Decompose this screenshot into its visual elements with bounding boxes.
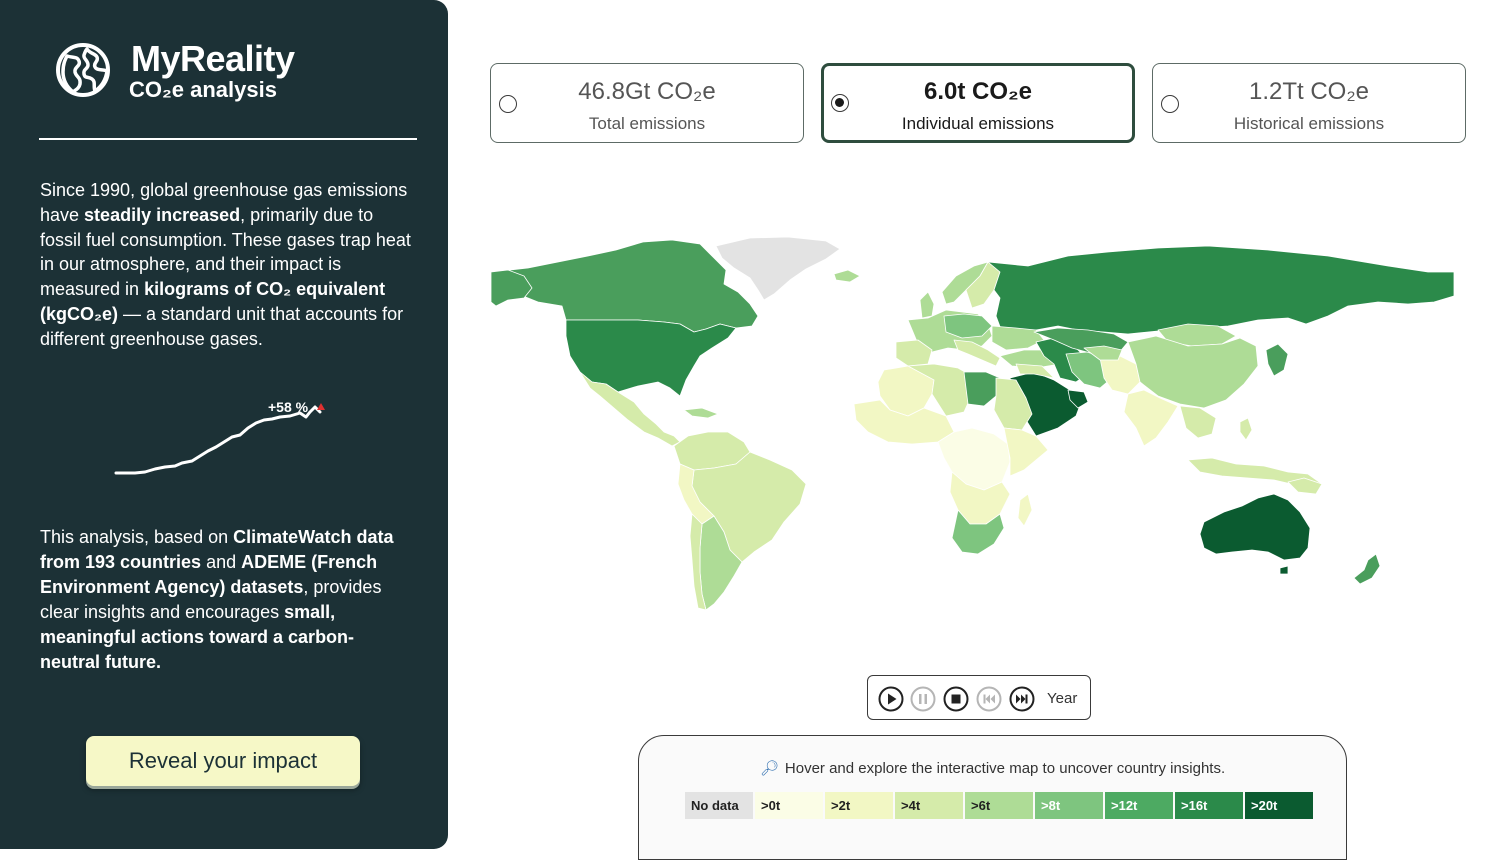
- card-label: Individual emissions: [901, 114, 1055, 133]
- region-iceland[interactable]: [833, 269, 861, 283]
- card-individual-emissions[interactable]: 6.0t CO₂e Individual emissions: [821, 63, 1135, 143]
- analysis-text: This analysis, based on ClimateWatch dat…: [40, 525, 412, 675]
- intro-text: Since 1990, global greenhouse gas emissi…: [40, 178, 412, 352]
- skip-back-icon[interactable]: [976, 686, 1002, 712]
- app-subtitle: CO₂e analysis: [129, 77, 277, 102]
- region-caribbean[interactable]: [683, 407, 719, 419]
- divider: [39, 138, 417, 140]
- card-historical-emissions[interactable]: 1.2Tt CO₂e Historical emissions: [1152, 63, 1466, 143]
- world-emissions-map[interactable]: [488, 232, 1456, 616]
- card-label: Historical emissions: [1233, 114, 1385, 133]
- region-east-africa[interactable]: [1003, 427, 1049, 477]
- skip-forward-icon[interactable]: [1009, 686, 1035, 712]
- legend-swatch[interactable]: >8t: [1035, 792, 1103, 819]
- legend-swatch[interactable]: >6t: [965, 792, 1033, 819]
- globe-icon: [56, 43, 110, 97]
- trend-marker: [317, 403, 325, 410]
- map-hint-text: Hover and explore the interactive map to…: [784, 760, 1226, 777]
- legend-swatch[interactable]: >0t: [755, 792, 823, 819]
- analysis-segment: and: [201, 552, 242, 572]
- pause-icon[interactable]: [910, 686, 936, 712]
- region-korea-japan[interactable]: [1265, 343, 1289, 377]
- region-new-zealand[interactable]: [1353, 553, 1381, 585]
- app-title: MyReality: [131, 38, 295, 79]
- region-uk[interactable]: [919, 291, 935, 319]
- trend-line: [114, 405, 322, 475]
- region-pakistan-afghanistan[interactable]: [1099, 355, 1141, 395]
- playback-controls: Year: [867, 675, 1091, 720]
- legend-scale: No data >0t >2t >4t >6t >8t >12t >16t >20t: [685, 792, 1313, 819]
- analysis-segment: This analysis, based on: [40, 527, 234, 547]
- legend-swatch[interactable]: >16t: [1175, 792, 1243, 819]
- reveal-impact-button[interactable]: Reveal your impact: [86, 736, 360, 786]
- card-value: 46.8Gt CO₂e: [578, 78, 716, 105]
- card-value: 6.0t CO₂e: [923, 78, 1033, 105]
- region-philippines[interactable]: [1239, 417, 1253, 441]
- map-hint: 🔎︎ Hover and explore the interactive map …: [639, 759, 1346, 777]
- sidebar: MyReality CO₂e analysis Since 1990, glob…: [0, 0, 448, 849]
- region-southeast-asia[interactable]: [1179, 405, 1217, 439]
- region-libya[interactable]: [963, 371, 1001, 407]
- card-value: 1.2Tt CO₂e: [1248, 78, 1370, 105]
- region-russia[interactable]: [987, 245, 1455, 337]
- intro-segment: steadily increased: [84, 204, 241, 225]
- year-label: Year: [1047, 690, 1078, 707]
- region-tasmania[interactable]: [1279, 565, 1289, 575]
- legend-swatch[interactable]: No data: [685, 792, 753, 819]
- legend-panel: 🔎︎ Hover and explore the interactive map …: [638, 735, 1347, 860]
- trend-label: +58 %: [268, 399, 309, 415]
- region-central-africa[interactable]: [937, 427, 1011, 491]
- legend-swatch[interactable]: >4t: [895, 792, 963, 819]
- play-icon[interactable]: [878, 686, 904, 712]
- region-madagascar[interactable]: [1017, 493, 1033, 527]
- stop-icon[interactable]: [943, 686, 969, 712]
- card-label: Total emissions: [588, 114, 706, 133]
- magnifier-icon: 🔎︎: [759, 760, 779, 777]
- legend-swatch[interactable]: >12t: [1105, 792, 1173, 819]
- card-total-emissions[interactable]: 46.8Gt CO₂e Total emissions: [490, 63, 804, 143]
- legend-swatch[interactable]: >20t: [1245, 792, 1313, 819]
- region-australia[interactable]: [1199, 493, 1311, 561]
- legend-swatch[interactable]: >2t: [825, 792, 893, 819]
